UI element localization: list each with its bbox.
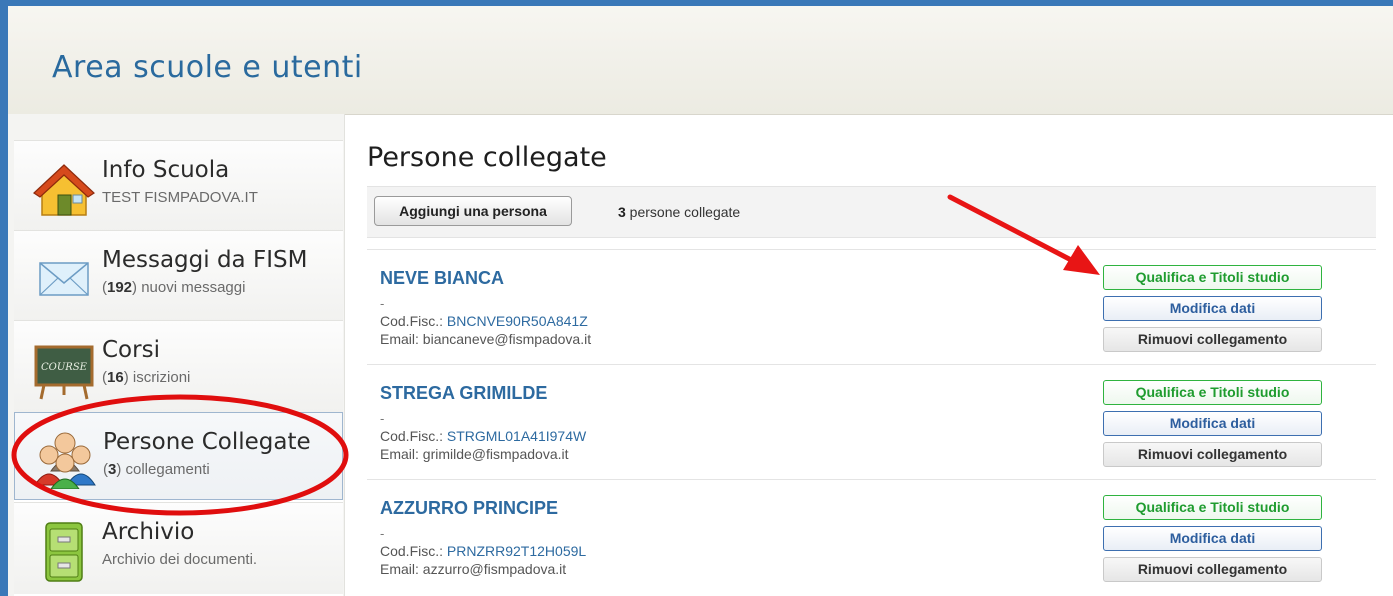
sidebar: Info Scuola TEST FISMPADOVA.IT Messaggi … [14, 140, 343, 596]
sidebar-item-subtitle: Archivio dei documenti. [102, 551, 258, 568]
sidebar-item-title: Archivio [102, 519, 195, 545]
envelope-icon [32, 247, 96, 311]
sidebar-item-title: Corsi [102, 337, 160, 363]
sidebar-item-corsi[interactable]: COURSE Corsi (16) iscrizioni [14, 320, 343, 412]
qualifica-button[interactable]: Qualifica e Titoli studio [1103, 495, 1322, 520]
sidebar-item-subtitle: (192) nuovi messaggi [102, 279, 246, 296]
rimuovi-button[interactable]: Rimuovi collegamento [1103, 557, 1322, 582]
modifica-button[interactable]: Modifica dati [1103, 526, 1322, 551]
person-email: Email: biancaneve@fismpadova.it [380, 331, 592, 347]
person-cf: Cod.Fisc.: PRNZRR92T12H059L [380, 543, 587, 559]
svg-text:COURSE: COURSE [41, 362, 88, 373]
course-count: 16 [107, 369, 124, 386]
toolbar: Aggiungi una persona 3 persone collegate [367, 186, 1376, 238]
file-cabinet-icon [32, 519, 96, 583]
modifica-button[interactable]: Modifica dati [1103, 411, 1322, 436]
sidebar-item-subtitle: TEST FISMPADOVA.IT [102, 189, 258, 206]
person-dash: - [380, 411, 385, 426]
course-board-icon: COURSE [32, 337, 96, 401]
linked-count: 3 persone collegate [618, 204, 741, 220]
page-title: Area scuole e utenti [52, 50, 363, 85]
sidebar-item-info-scuola[interactable]: Info Scuola TEST FISMPADOVA.IT [14, 140, 343, 232]
rimuovi-button[interactable]: Rimuovi collegamento [1103, 327, 1322, 352]
message-count: 192 [107, 279, 133, 296]
sidebar-item-subtitle: (16) iscrizioni [102, 369, 191, 386]
person-card: NEVE BIANCA - Cod.Fisc.: BNCNVE90R50A841… [367, 249, 1376, 363]
person-card: AZZURRO PRINCIPE - Cod.Fisc.: PRNZRR92T1… [367, 479, 1376, 593]
person-cf: Cod.Fisc.: STRGML01A41I974W [380, 428, 587, 444]
person-cf: Cod.Fisc.: BNCNVE90R50A841Z [380, 313, 588, 329]
sidebar-item-title: Messaggi da FISM [102, 247, 308, 273]
add-person-button[interactable]: Aggiungi una persona [374, 196, 572, 226]
house-icon [32, 157, 96, 221]
link-count: 3 [108, 461, 117, 478]
sidebar-item-archivio[interactable]: Archivio Archivio dei documenti. [14, 502, 343, 594]
sidebar-item-title: Persone Collegate [103, 429, 311, 455]
person-name[interactable]: STREGA GRIMILDE [380, 383, 547, 404]
sidebar-item-subtitle: (3) collegamenti [103, 461, 210, 478]
page-header: Area scuole e utenti [8, 6, 1393, 115]
person-name[interactable]: AZZURRO PRINCIPE [380, 498, 558, 519]
rimuovi-button[interactable]: Rimuovi collegamento [1103, 442, 1322, 467]
qualifica-button[interactable]: Qualifica e Titoli studio [1103, 380, 1322, 405]
person-name[interactable]: NEVE BIANCA [380, 268, 504, 289]
sidebar-item-persone-collegate[interactable]: Persone Collegate (3) collegamenti [14, 412, 343, 500]
sidebar-item-title: Info Scuola [102, 157, 230, 183]
people-icon [33, 425, 97, 489]
person-dash: - [380, 526, 385, 541]
person-card: STREGA GRIMILDE - Cod.Fisc.: STRGML01A41… [367, 364, 1376, 478]
person-dash: - [380, 296, 385, 311]
main-content: Persone collegate Aggiungi una persona 3… [367, 114, 1376, 596]
section-title: Persone collegate [367, 142, 607, 173]
modifica-button[interactable]: Modifica dati [1103, 296, 1322, 321]
sidebar-item-messaggi[interactable]: Messaggi da FISM (192) nuovi messaggi [14, 230, 343, 322]
person-email: Email: grimilde@fismpadova.it [380, 446, 569, 462]
person-email: Email: azzurro@fismpadova.it [380, 561, 567, 577]
qualifica-button[interactable]: Qualifica e Titoli studio [1103, 265, 1322, 290]
